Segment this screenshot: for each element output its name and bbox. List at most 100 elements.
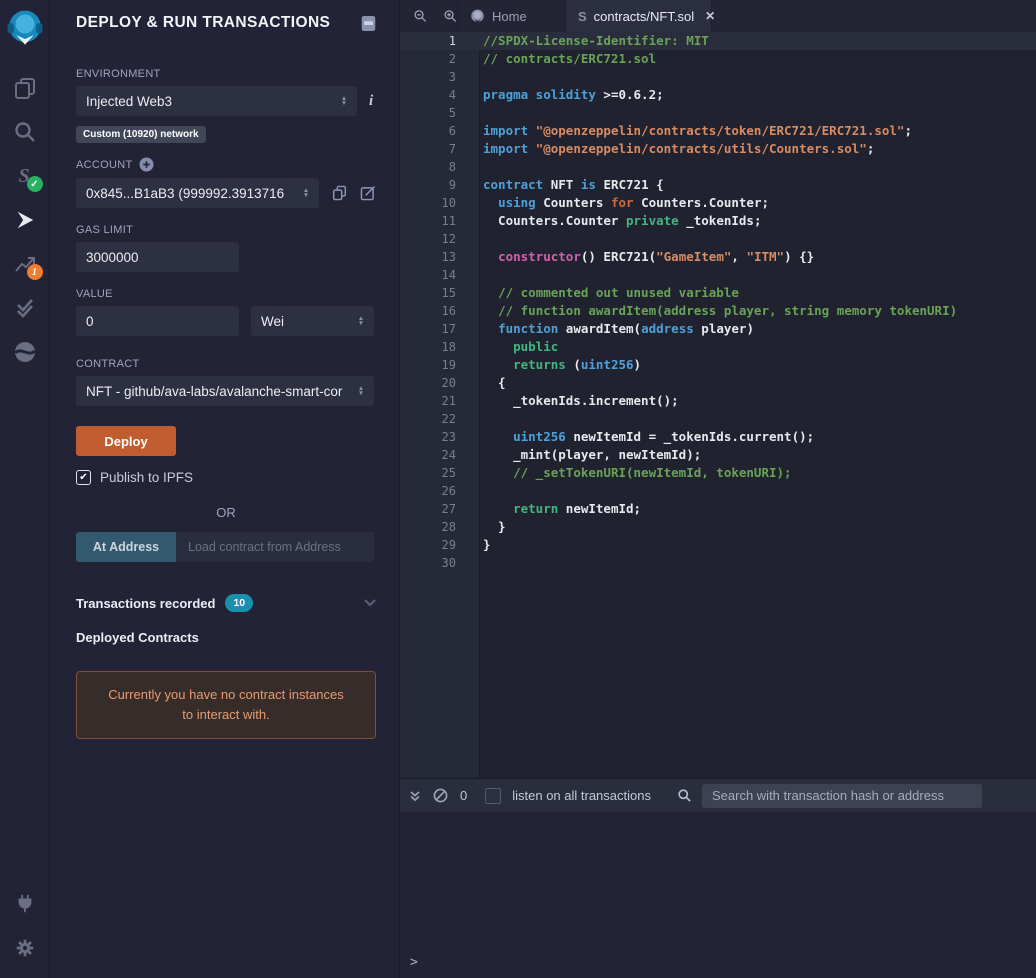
- deploy-button[interactable]: Deploy: [76, 426, 176, 456]
- tab-nft-sol[interactable]: S contracts/NFT.sol ✕: [565, 0, 715, 32]
- code-line[interactable]: 6 import "@openzeppelin/contracts/token/E…: [400, 122, 1036, 140]
- code-line[interactable]: 1 //SPDX-License-Identifier: MIT: [400, 32, 1036, 50]
- code-line[interactable]: 3: [400, 68, 1036, 86]
- code-line[interactable]: 20 {: [400, 374, 1036, 392]
- app-logo[interactable]: [0, 6, 50, 50]
- code-line[interactable]: 7 import "@openzeppelin/contracts/utils/C…: [400, 140, 1036, 158]
- code-line[interactable]: 8: [400, 158, 1036, 176]
- listen-transactions-checkbox[interactable]: [485, 787, 502, 804]
- line-number: 4: [448, 88, 456, 102]
- line-text: // function awardItem(address player, st…: [498, 303, 958, 318]
- code-line[interactable]: 9 contract NFT is ERC721 {: [400, 176, 1036, 194]
- code-line[interactable]: 14: [400, 266, 1036, 284]
- sidebar-item-file-explorer[interactable]: [0, 66, 50, 110]
- environment-select[interactable]: Injected Web3 ▲ ▼: [76, 86, 357, 116]
- gas-limit-label: GAS LIMIT: [76, 224, 134, 236]
- line-number: 7: [448, 142, 456, 156]
- environment-info-icon[interactable]: i: [369, 93, 373, 110]
- code-line[interactable]: 4 pragma solidity >=0.6.2;: [400, 86, 1036, 104]
- line-text: // commented out unused variable: [498, 285, 739, 300]
- at-address-input[interactable]: [176, 532, 374, 562]
- code-line[interactable]: 10 using Counters for Counters.Counter;: [400, 194, 1036, 212]
- line-text: // _setTokenURI(newItemId, tokenURI);: [513, 465, 792, 480]
- sidebar-item-search[interactable]: [0, 110, 50, 154]
- line-number: 21: [441, 394, 456, 408]
- deployed-contracts-label: Deployed Contracts: [76, 630, 199, 645]
- value-input[interactable]: [76, 306, 239, 336]
- line-number: 23: [441, 430, 456, 444]
- code-line[interactable]: 24 _mint(player, newItemId);: [400, 446, 1036, 464]
- line-number: 8: [448, 160, 456, 174]
- edit-icon: [360, 185, 376, 201]
- value-label: VALUE: [76, 288, 113, 300]
- transactions-recorded-label: Transactions recorded: [76, 595, 216, 611]
- sign-message-button[interactable]: [360, 185, 376, 201]
- network-badge: Custom (10920) network: [76, 126, 206, 143]
- remix-logo-icon: [7, 10, 42, 45]
- double-check-icon: [16, 299, 33, 318]
- code-line[interactable]: 17 function awardItem(address player): [400, 320, 1036, 338]
- code-line[interactable]: 13 constructor() ERC721("GameItem", "ITM…: [400, 248, 1036, 266]
- code-line[interactable]: 28 }: [400, 518, 1036, 536]
- line-number: 30: [441, 556, 456, 570]
- code-line[interactable]: 2 // contracts/ERC721.sol: [400, 50, 1036, 68]
- listen-transactions-label: listen on all transactions: [512, 788, 651, 803]
- account-select[interactable]: 0x845...B1aB3 (999992.3913716 ▲ ▼: [76, 178, 319, 208]
- select-stepper-icon: ▲ ▼: [357, 384, 365, 397]
- sidebar-item-solidity-compiler[interactable]: S ✓: [0, 154, 50, 198]
- documentation-link[interactable]: [361, 15, 376, 32]
- plug-icon: [18, 894, 31, 913]
- gas-limit-input[interactable]: [76, 242, 239, 272]
- gear-icon: [16, 939, 33, 957]
- sidebar-item-settings[interactable]: [0, 926, 50, 970]
- code-line[interactable]: 19 returns (uint256): [400, 356, 1036, 374]
- line-number: 5: [448, 106, 456, 120]
- zoom-in-icon[interactable]: [443, 8, 458, 24]
- code-line[interactable]: 12: [400, 230, 1036, 248]
- terminal-search-input[interactable]: [701, 783, 982, 808]
- sidebar-item-unit-testing[interactable]: [0, 286, 50, 330]
- contract-select[interactable]: NFT - github/ava-labs/avalanche-smart-co…: [76, 376, 374, 406]
- line-text: [480, 266, 483, 284]
- or-separator: OR: [216, 505, 236, 520]
- code-line[interactable]: 29}: [400, 536, 1036, 554]
- sidebar-item-sourcify[interactable]: [0, 330, 50, 374]
- tab-home[interactable]: Home: [457, 0, 565, 32]
- terminal-clear-button[interactable]: [433, 788, 448, 803]
- code-line[interactable]: 21 _tokenIds.increment();: [400, 392, 1036, 410]
- code-line[interactable]: 11 Counters.Counter private _tokenIds;: [400, 212, 1036, 230]
- line-number: 9: [448, 178, 456, 192]
- sidebar-item-plugin-manager[interactable]: [0, 882, 50, 926]
- code-line[interactable]: 27 return newItemId;: [400, 500, 1036, 518]
- zoom-out-icon[interactable]: [413, 8, 428, 24]
- code-line[interactable]: 22: [400, 410, 1036, 428]
- sidebar-item-static-analysis[interactable]: 1: [0, 242, 50, 286]
- code-line[interactable]: 23 uint256 newItemId = _tokenIds.current…: [400, 428, 1036, 446]
- main-area: Home S contracts/NFT.sol ✕ 1 //SPDX-Licen…: [400, 0, 1036, 978]
- code-line[interactable]: 5: [400, 104, 1036, 122]
- line-number: 29: [441, 538, 456, 552]
- code-line[interactable]: 18 public: [400, 338, 1036, 356]
- close-tab-icon[interactable]: ✕: [705, 9, 715, 23]
- copy-account-button[interactable]: [332, 185, 347, 201]
- line-text: returns (uint256): [513, 357, 642, 372]
- publish-ipfs-checkbox[interactable]: ✔: [76, 470, 91, 485]
- line-text: _tokenIds.increment();: [483, 393, 679, 408]
- code-editor[interactable]: 1 //SPDX-License-Identifier: MIT 2 // contr…: [400, 32, 1036, 778]
- tab-bar: Home S contracts/NFT.sol ✕: [400, 0, 1036, 32]
- code-line[interactable]: 15 // commented out unused variable: [400, 284, 1036, 302]
- terminal-collapse-button[interactable]: [409, 790, 421, 802]
- code-line[interactable]: 16 // function awardItem(address player,…: [400, 302, 1036, 320]
- add-account-icon[interactable]: [138, 157, 154, 172]
- line-number: 14: [441, 268, 456, 282]
- transactions-expand-toggle[interactable]: [364, 599, 376, 607]
- value-unit-select[interactable]: Wei ▲ ▼: [251, 306, 374, 336]
- line-number: 10: [441, 196, 456, 210]
- at-address-button[interactable]: At Address: [76, 532, 176, 562]
- code-line[interactable]: 26: [400, 482, 1036, 500]
- code-line[interactable]: 25 // _setTokenURI(newItemId, tokenURI);: [400, 464, 1036, 482]
- code-line[interactable]: 30: [400, 554, 1036, 572]
- sidebar-item-deploy-run[interactable]: [0, 198, 50, 242]
- line-number: 15: [441, 286, 456, 300]
- terminal-output[interactable]: >: [400, 812, 1036, 978]
